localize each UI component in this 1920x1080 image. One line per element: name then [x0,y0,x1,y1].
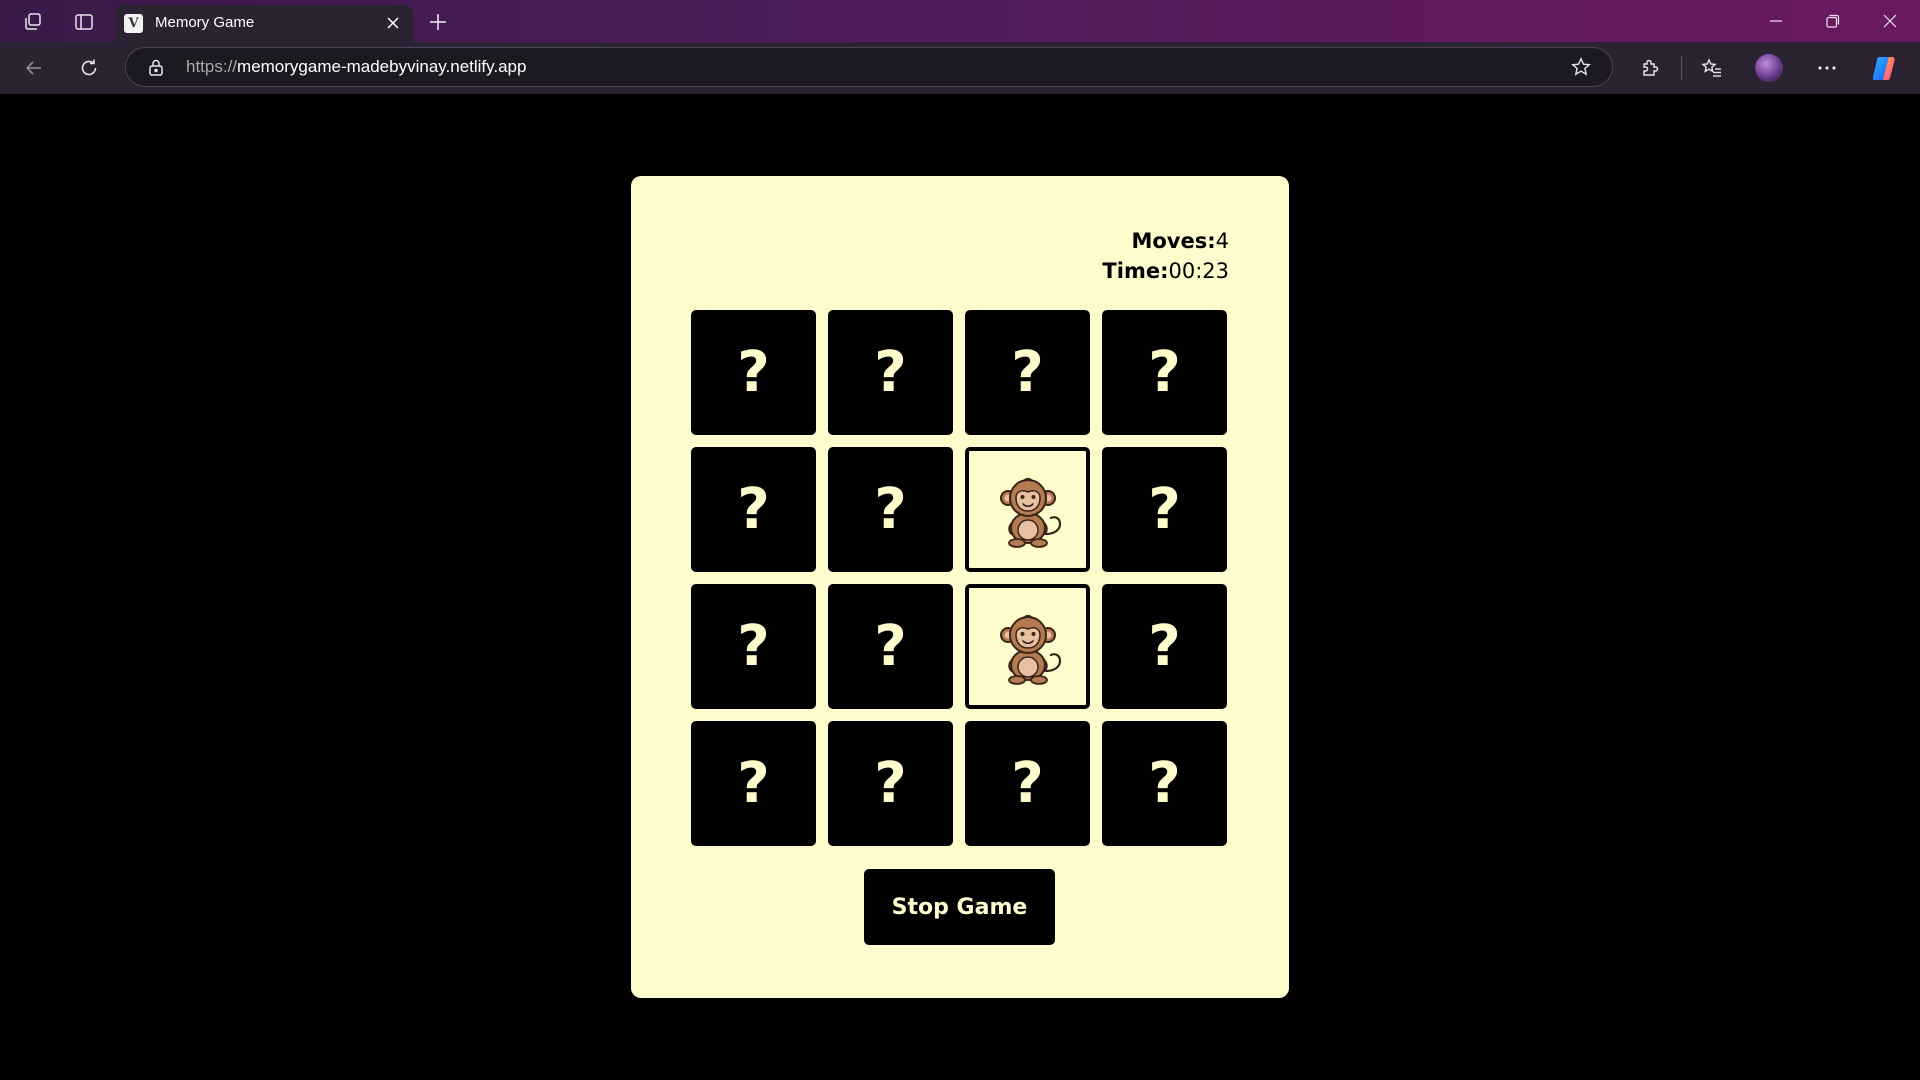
memory-card-revealed[interactable]: ? [965,584,1090,709]
monkey-icon [999,614,1061,685]
time-stat: Time:00:23 [1102,256,1229,286]
memory-card-hidden[interactable]: ? [691,721,816,846]
url-host: memorygame-madebyvinay.netlify.app [237,57,527,76]
back-arrow-icon[interactable] [18,52,50,84]
question-mark: ? [737,476,770,542]
plus-icon[interactable] [422,6,454,38]
question-mark: ? [737,750,770,816]
memory-card-hidden[interactable]: ? [691,310,816,435]
more-icon[interactable] [1811,52,1843,84]
site-favicon-icon: V [124,14,143,33]
memory-card-hidden[interactable]: ? [691,584,816,709]
address-bar[interactable]: https://memorygame-madebyvinay.netlify.a… [125,47,1613,87]
question-mark: ? [874,613,907,679]
memory-card-hidden[interactable]: ? [965,310,1090,435]
monkey-icon [999,477,1061,548]
time-label: Time: [1102,259,1169,283]
moves-label: Moves: [1131,229,1216,253]
game-panel: Moves:4 Time:00:23 ? ? ? ? ? ? ? ? ? ? ?… [631,176,1289,998]
memory-card-hidden[interactable]: ? [828,447,953,572]
memory-card-hidden[interactable]: ? [828,310,953,435]
page-viewport: Moves:4 Time:00:23 ? ? ? ? ? ? ? ? ? ? ?… [0,94,1920,1080]
tab-title: Memory Game [155,14,255,31]
memory-card-hidden[interactable]: ? [691,447,816,572]
question-mark: ? [1148,339,1181,405]
puzzle-icon[interactable] [1634,52,1666,84]
question-mark: ? [737,339,770,405]
tab-memory-game[interactable]: V Memory Game [115,5,413,42]
memory-card-hidden[interactable]: ? [828,584,953,709]
question-mark: ? [1148,476,1181,542]
memory-card-hidden[interactable]: ? [1102,584,1227,709]
tab-actions-icon[interactable] [68,6,100,38]
close-icon[interactable] [383,13,403,33]
question-mark: ? [1148,613,1181,679]
question-mark: ? [1148,750,1181,816]
close-icon[interactable] [1862,0,1918,42]
memory-card-hidden[interactable]: ? [1102,447,1227,572]
avatar[interactable] [1755,54,1783,82]
star-icon[interactable] [1570,56,1592,78]
question-mark: ? [1011,750,1044,816]
question-mark: ? [1011,339,1044,405]
memory-card-hidden[interactable]: ? [828,721,953,846]
toolbar-divider [1681,56,1682,80]
time-value: 00:23 [1168,259,1229,283]
moves-stat: Moves:4 [1102,226,1229,256]
url-protocol: https:// [186,57,238,76]
memory-card-hidden[interactable]: ? [965,721,1090,846]
minimize-icon[interactable] [1748,0,1804,42]
question-mark: ? [737,613,770,679]
question-mark: ? [874,750,907,816]
question-mark: ? [874,339,907,405]
favorites-list-icon[interactable] [1696,52,1728,84]
browser-titlebar: V Memory Game [0,0,1920,42]
refresh-icon[interactable] [73,52,105,84]
url-text[interactable]: https://memorygame-madebyvinay.netlify.a… [186,57,526,77]
restore-icon[interactable] [1805,0,1861,42]
card-grid: ? ? ? ? ? ? ? ? ? ? ? ? ? ? [691,310,1229,846]
memory-card-revealed[interactable]: ? [965,447,1090,572]
stop-game-button[interactable]: Stop Game [864,869,1055,945]
workspaces-icon[interactable] [17,6,49,38]
moves-value: 4 [1215,229,1229,253]
copilot-icon[interactable] [1870,54,1898,82]
memory-card-hidden[interactable]: ? [1102,310,1227,435]
memory-card-hidden[interactable]: ? [1102,721,1227,846]
game-stats: Moves:4 Time:00:23 [1102,226,1229,286]
question-mark: ? [874,476,907,542]
lock-icon[interactable] [146,57,166,77]
browser-toolbar: https://memorygame-madebyvinay.netlify.a… [0,42,1920,94]
